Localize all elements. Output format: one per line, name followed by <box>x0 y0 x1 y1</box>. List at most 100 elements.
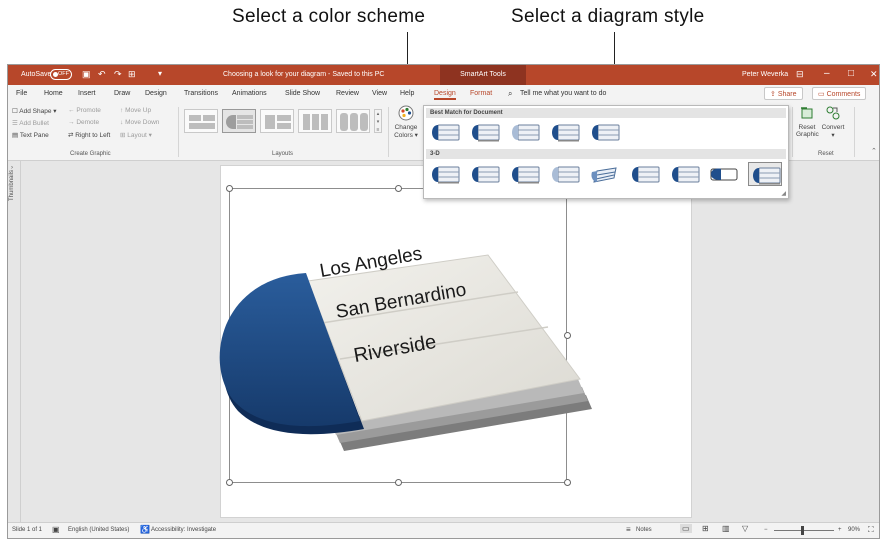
presentation-icon[interactable]: ⊞ <box>128 69 136 80</box>
smartart-styles-gallery[interactable]: Best Match for Document 3-D ◢ <box>423 105 789 199</box>
tab-home[interactable]: Home <box>44 90 63 97</box>
tab-file[interactable]: File <box>16 90 27 97</box>
layout-option-1[interactable] <box>184 109 218 133</box>
tab-help[interactable]: Help <box>400 90 414 97</box>
style-3d-8[interactable] <box>708 162 742 186</box>
comments-icon: ▭ <box>818 91 827 98</box>
style-best-match-3-icon <box>512 124 540 141</box>
resize-handle-bl[interactable] <box>226 479 233 486</box>
zoom-out-button[interactable]: − <box>764 527 768 533</box>
resize-handle-tl[interactable] <box>226 185 233 192</box>
resize-handle-bm[interactable] <box>395 479 402 486</box>
minimize-button[interactable]: – <box>824 68 830 79</box>
style-best-match-1[interactable] <box>428 120 462 144</box>
tab-slide-show[interactable]: Slide Show <box>285 90 320 97</box>
style-3d-9[interactable] <box>748 162 782 186</box>
zoom-level[interactable]: 90% <box>848 527 860 533</box>
comments-button[interactable]: ▭ Comments <box>812 87 867 100</box>
resize-handle-mr[interactable] <box>564 332 571 339</box>
convert-button[interactable]: Convert ▾ <box>820 105 846 139</box>
style-3d-7[interactable] <box>668 162 702 186</box>
tab-insert[interactable]: Insert <box>78 90 96 97</box>
tab-draw[interactable]: Draw <box>114 90 130 97</box>
tab-view[interactable]: View <box>372 90 387 97</box>
layout-option-5[interactable] <box>336 109 370 133</box>
layouts-scroll-bar[interactable]: ▴ ▾ ≡ <box>374 109 382 133</box>
add-bullet-button[interactable]: ☰ Add Bullet <box>12 119 49 127</box>
reading-view-icon[interactable]: ▥ <box>722 524 730 533</box>
promote-button[interactable]: ← Promote <box>68 107 101 114</box>
redo-icon[interactable]: ↷ <box>114 69 122 80</box>
resize-handle-br[interactable] <box>564 479 571 486</box>
style-3d-5[interactable] <box>588 162 622 186</box>
normal-view-icon[interactable]: ▭ <box>680 524 692 533</box>
text-pane-toggle[interactable]: ‹ <box>225 332 234 343</box>
style-3d-3-icon <box>512 166 540 184</box>
accessibility-status[interactable]: Accessibility: Investigate <box>151 527 216 533</box>
style-3d-6-icon <box>632 166 660 183</box>
layout-option-3[interactable] <box>260 109 294 133</box>
layout-option-4[interactable] <box>298 109 332 133</box>
close-button[interactable]: ✕ <box>870 69 878 80</box>
tab-design[interactable]: Design <box>145 90 167 97</box>
add-shape-button[interactable]: ☐ Add Shape ▾ <box>12 107 57 115</box>
tab-review[interactable]: Review <box>336 90 359 97</box>
style-3d-4[interactable] <box>548 162 582 186</box>
smartart-tools-context: SmartArt Tools <box>440 65 526 85</box>
zoom-in-button[interactable]: + <box>838 527 842 533</box>
thumbnails-pane[interactable]: › Thumbnails <box>8 161 21 524</box>
tell-me-box[interactable]: Tell me what you want to do <box>520 90 606 97</box>
right-to-left-button[interactable]: ⇄ Right to Left <box>68 131 110 139</box>
style-3d-9-icon <box>753 167 781 185</box>
user-name[interactable]: Peter Weverka <box>742 71 788 78</box>
zoom-slider[interactable] <box>774 526 834 535</box>
reset-graphic-button[interactable]: Reset Graphic <box>796 105 819 138</box>
slide-counter[interactable]: Slide 1 of 1 <box>12 527 42 533</box>
status-bar: Slide 1 of 1 ▣ English (United States) ♿… <box>8 522 879 538</box>
maximize-button[interactable]: □ <box>848 68 854 79</box>
style-best-match-4[interactable] <box>548 120 582 144</box>
smartart-selection-frame[interactable]: ‹ <box>225 188 567 483</box>
slide-sorter-icon[interactable]: ⊞ <box>702 524 709 533</box>
zoom-slider-thumb[interactable] <box>801 526 804 535</box>
tab-smartart-design[interactable]: Design <box>434 90 456 100</box>
style-3d-1-icon <box>432 166 460 184</box>
demote-button[interactable]: → Demote <box>68 119 99 126</box>
layout-option-2[interactable] <box>222 109 256 133</box>
style-best-match-2[interactable] <box>468 120 502 144</box>
undo-icon[interactable]: ↶ <box>98 69 106 80</box>
style-best-match-3[interactable] <box>508 120 542 144</box>
change-colors-button[interactable]: Change Colors ▾ <box>394 105 418 139</box>
resize-handle-tm[interactable] <box>395 185 402 192</box>
style-3d-8-icon <box>710 168 738 181</box>
tab-animations[interactable]: Animations <box>232 90 267 97</box>
style-3d-6[interactable] <box>628 162 662 186</box>
style-3d-1[interactable] <box>428 162 462 186</box>
notes-button[interactable]: Notes <box>636 527 652 533</box>
style-best-match-5[interactable] <box>588 120 622 144</box>
save-icon[interactable]: ▣ <box>82 69 91 80</box>
slide-show-icon[interactable]: ▽ <box>742 524 748 533</box>
thumbnails-label: Thumbnails <box>9 169 15 201</box>
ribbon-display-icon[interactable]: ⊟ <box>796 69 804 80</box>
tab-transitions[interactable]: Transitions <box>184 90 218 97</box>
fit-to-window-icon[interactable]: ⛶ <box>868 525 874 535</box>
notes-icon: ≡ <box>626 525 631 534</box>
language-indicator[interactable]: English (United States) <box>68 527 129 533</box>
style-3d-2[interactable] <box>468 162 502 186</box>
spelling-icon[interactable]: ▣ <box>52 525 60 534</box>
move-up-button[interactable]: ↑ Move Up <box>120 107 151 114</box>
tab-smartart-format[interactable]: Format <box>470 90 492 97</box>
style-3d-3[interactable] <box>508 162 542 186</box>
autosave-toggle[interactable]: OFF <box>50 69 72 80</box>
collapse-ribbon-icon[interactable]: ⌃ <box>871 147 877 155</box>
share-button[interactable]: ⇪ Share <box>764 87 803 100</box>
three-d-header: 3-D <box>426 149 786 159</box>
text-pane-button[interactable]: ▤ Text Pane <box>12 131 49 139</box>
powerpoint-window: AutoSave OFF ▣ ↶ ↷ ⊞ ▾ Choosing a look f… <box>7 64 880 539</box>
customize-qat-icon[interactable]: ▾ <box>158 69 162 78</box>
move-down-button[interactable]: ↓ Move Down <box>120 119 159 126</box>
gallery-resize-grip[interactable]: ◢ <box>781 190 786 197</box>
palette-icon <box>398 105 414 121</box>
layout-button[interactable]: ⊞ Layout ▾ <box>120 131 152 139</box>
